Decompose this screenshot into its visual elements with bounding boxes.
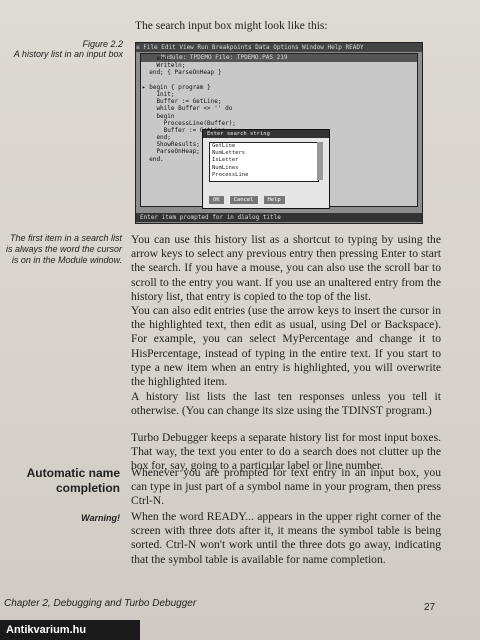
history-item[interactable]: ProcessLine [212, 172, 318, 179]
history-item[interactable]: GetLine [212, 143, 318, 150]
code-line: ProcessLine(Buffer); [142, 119, 236, 127]
paragraph-5: Whenever you are prompted for text entry… [131, 466, 441, 508]
history-list: GetLine NumLetters IsLetter NumLines Process… [209, 142, 319, 182]
page-number: 27 [424, 602, 436, 613]
margin-note: The first item in a search list is alway… [5, 233, 122, 265]
watermark: Antikvarium.hu [0, 620, 140, 640]
paragraph-1: You can use this history list as a short… [131, 233, 441, 303]
history-item[interactable]: IsLetter [212, 157, 318, 164]
help-button[interactable]: Help [263, 196, 285, 204]
cancel-button[interactable]: Cancel [229, 196, 258, 204]
code-line: Buffer := GetLine; [142, 98, 222, 106]
chapter-footer: Chapter 2, Debugging and Turbo Debugger [4, 598, 197, 609]
dialog-buttons: OK Cancel Help [209, 186, 291, 205]
ok-button[interactable]: OK [209, 196, 224, 204]
debugger-menubar: ≡ File Edit View Run Breakpoints Data Op… [136, 43, 422, 52]
debugger-screenshot: ≡ File Edit View Run Breakpoints Data Op… [135, 42, 423, 224]
search-dialog: Enter search string GetLine NumLetters IsL… [202, 129, 330, 209]
history-item[interactable]: NumLines [212, 165, 318, 172]
figure-caption: A history list in an input box [13, 49, 123, 59]
code-line: Init; [142, 90, 175, 98]
code-line: ▸ begin { program } [142, 83, 211, 91]
code-line: begin [142, 112, 175, 120]
section-heading-line-2: completion [55, 481, 120, 495]
paragraph-6: When the word READY... appears in the up… [131, 510, 441, 566]
code-line: end; { ParseOnHeap } [142, 69, 222, 77]
warning-label: Warning! [81, 513, 120, 523]
figure-intro: The search input box might look like thi… [135, 20, 328, 32]
search-dialog-title: Enter search string [203, 130, 329, 138]
code-line: while Buffer <> '' do [142, 105, 233, 113]
code-line: end; [142, 55, 171, 62]
history-scrollbar [317, 142, 323, 180]
debugger-status-line: Enter item prompted for in dialog title [136, 213, 422, 222]
book-page: The search input box might look like thi… [0, 0, 480, 640]
code-line: Writeln; [142, 62, 186, 70]
history-item[interactable]: NumLetters [212, 150, 318, 157]
paragraph-3: A history list lists the last ten respon… [131, 390, 441, 418]
section-heading-line-1: Automatic name [26, 466, 120, 480]
paragraph-2: You can also edit entries (use the arrow… [131, 304, 441, 389]
